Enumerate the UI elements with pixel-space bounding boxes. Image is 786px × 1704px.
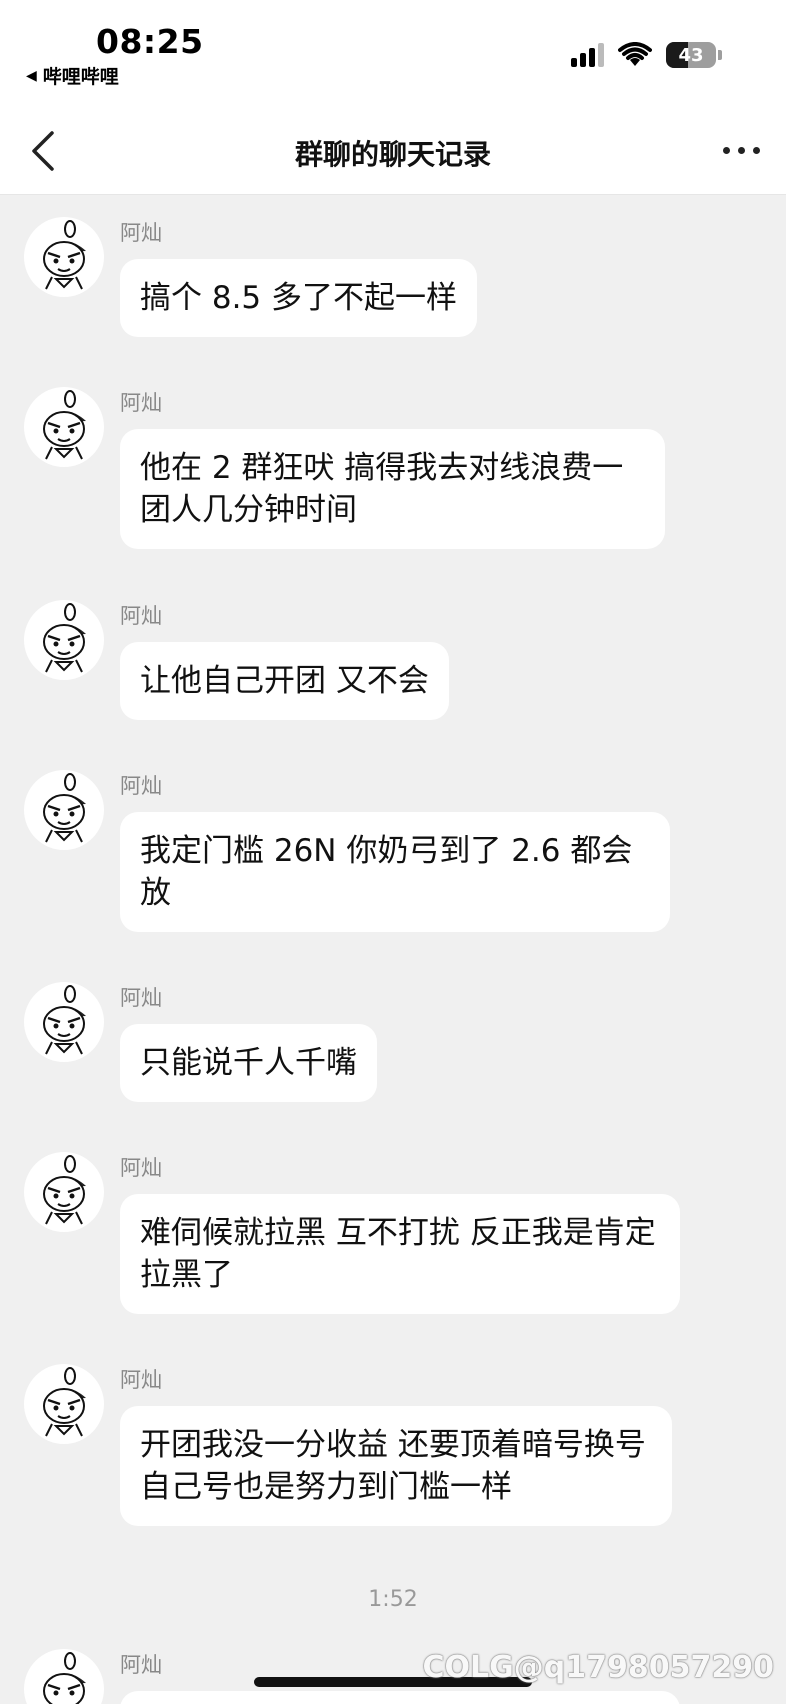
avatar-illustration (43, 390, 86, 460)
sender-name: 阿灿 (120, 391, 162, 415)
avatar-illustration (43, 1652, 86, 1704)
watermark: COLG@q1798057290 (422, 1650, 774, 1685)
message-bubble[interactable]: 只能说千人千嘴 (120, 1024, 377, 1102)
sender-name: 阿灿 (120, 774, 162, 798)
avatar-illustration (43, 1155, 86, 1225)
sender-name: 阿灿 (120, 604, 162, 628)
status-indicators: 43 (571, 42, 722, 68)
sender-name: 阿灿 (120, 1156, 162, 1180)
avatar[interactable] (24, 600, 104, 680)
message-bubble[interactable]: 让他自己开团 又不会 (120, 642, 449, 720)
sender-name: 阿灿 (120, 1368, 162, 1392)
page-title: 群聊的聊天记录 (294, 138, 491, 171)
back-to-app-link[interactable]: ◀ 哔哩哔哩 (26, 62, 119, 89)
battery-icon: 43 (666, 42, 716, 68)
cellular-signal-icon (571, 43, 604, 67)
wifi-icon (618, 42, 652, 66)
avatar[interactable] (24, 770, 104, 850)
sender-name: 阿灿 (120, 1653, 162, 1677)
sender-name: 阿灿 (120, 221, 162, 245)
status-time: 08:25 (96, 22, 204, 61)
avatar-illustration (43, 985, 86, 1055)
avatar[interactable] (24, 982, 104, 1062)
status-bar: 08:25 ◀ 哔哩哔哩 43 (0, 0, 786, 105)
avatar-illustration (43, 603, 86, 673)
message-bubble[interactable]: 我定门槛 26N 你奶弓到了 2.6 都会放 (120, 812, 670, 932)
message-bubble[interactable] (120, 1691, 680, 1704)
avatar[interactable] (24, 387, 104, 467)
back-triangle-icon: ◀ (26, 67, 37, 84)
message-timestamp: 1:52 (368, 1587, 418, 1612)
battery-level: 43 (678, 44, 704, 66)
avatar-illustration (43, 220, 86, 290)
avatar[interactable] (24, 217, 104, 297)
avatar[interactable] (24, 1152, 104, 1232)
message-bubble[interactable]: 开团我没一分收益 还要顶着暗号换号 自己号也是努力到门槛一样 (120, 1406, 672, 1526)
avatar-illustration (43, 1367, 86, 1437)
sender-name: 阿灿 (120, 986, 162, 1010)
nav-bar: 群聊的聊天记录 (0, 105, 786, 195)
back-app-label: 哔哩哔哩 (42, 66, 119, 88)
battery-tip (718, 50, 722, 60)
avatar[interactable] (24, 1649, 104, 1704)
chat-history[interactable]: 阿灿 搞个 8.5 多了不起一样 阿灿 他在 2 群狂吠 搞得我去对线浪费一团人… (0, 195, 786, 1704)
avatar[interactable] (24, 1364, 104, 1444)
avatar-illustration (43, 773, 86, 843)
message-bubble[interactable]: 他在 2 群狂吠 搞得我去对线浪费一团人几分钟时间 (120, 429, 665, 549)
message-bubble[interactable]: 难伺候就拉黑 互不打扰 反正我是肯定拉黑了 (120, 1194, 680, 1314)
message-bubble[interactable]: 搞个 8.5 多了不起一样 (120, 259, 478, 337)
more-options-icon[interactable] (723, 147, 760, 154)
